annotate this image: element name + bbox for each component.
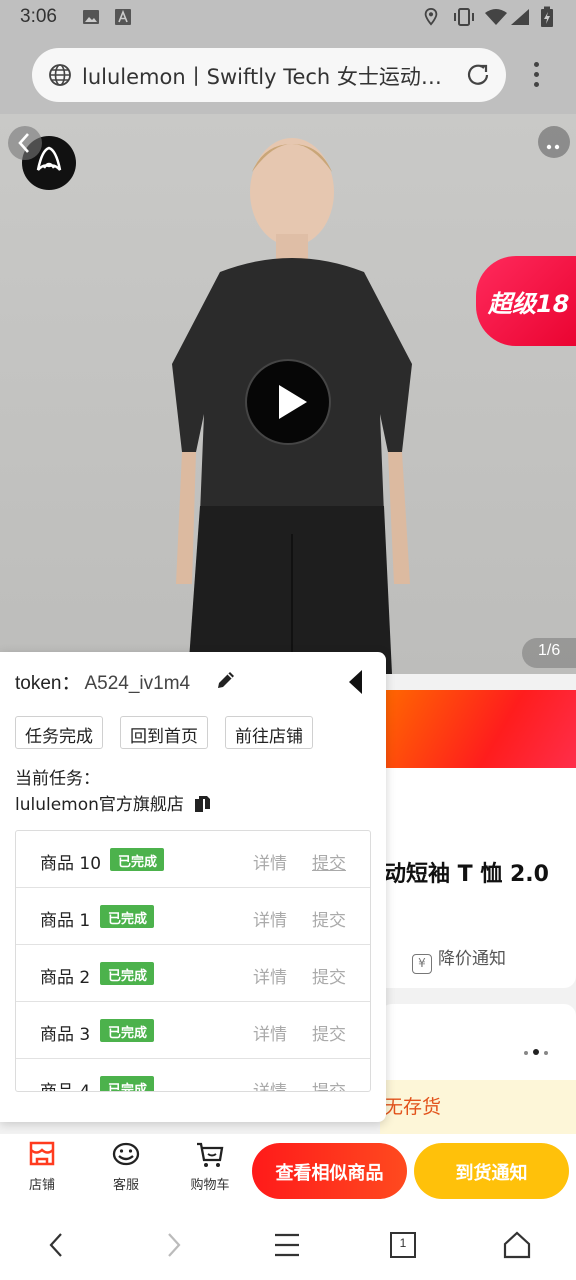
current-task-name: lululemon官方旗舰店 (15, 795, 184, 815)
tabs-icon[interactable]: 1 (388, 1230, 418, 1260)
location-icon (424, 8, 438, 26)
list-item: 商品 1 已完成 详情 提交 (16, 888, 370, 945)
token-value: A524_iv1m4 (84, 673, 191, 694)
item-name: 商品 1 (40, 911, 91, 931)
token-label: token： (15, 673, 81, 694)
product-info-card: 动短袖 T 恤 2.0 ¥ 降价通知 (380, 768, 576, 988)
home-icon[interactable] (502, 1230, 532, 1260)
item-name: 商品 3 (40, 1025, 91, 1045)
browser-nav-bar: 1 (0, 1210, 576, 1280)
status-badge: 已完成 (100, 962, 155, 985)
address-bar[interactable]: lululemon丨Swiftly Tech 女士运动… (32, 48, 506, 102)
product-title: 动短袖 T 恤 2.0 (384, 862, 549, 887)
status-badge: 已完成 (100, 1076, 155, 1091)
price-tag-icon: ¥ (412, 954, 432, 974)
back-home-button[interactable]: 回到首页 (120, 716, 208, 749)
task-panel: token： A524_iv1m4 任务完成 回到首页 前往店铺 当前任务： lu… (0, 652, 386, 1122)
options-more-icon[interactable] (519, 1040, 548, 1059)
edit-icon[interactable] (214, 668, 238, 692)
item-name: 商品 4 (40, 1082, 91, 1092)
submit-link[interactable]: 提交 (312, 1077, 346, 1091)
view-similar-button[interactable]: 查看相似商品 (252, 1143, 407, 1199)
promo-badge[interactable]: 超级18 (476, 256, 576, 346)
cart-icon (197, 1142, 224, 1167)
play-icon[interactable] (245, 359, 331, 445)
forward-icon[interactable] (158, 1230, 188, 1260)
screen: 3:06 lululemon丨Swiftly Tech 女士运动… 超级18 1… (0, 0, 576, 1280)
detail-link[interactable]: 详情 (253, 963, 287, 988)
token-row: token： A524_iv1m4 (15, 668, 190, 695)
submit-link[interactable]: 提交 (312, 849, 346, 874)
tab-cart-label: 购物车 (190, 1178, 230, 1193)
product-task-list[interactable]: 商品 10 已完成 详情 提交 商品 1 已完成 详情 提交 商品 2 已完成 … (15, 830, 371, 1092)
product-hero-image[interactable]: 超级18 1/6 (0, 114, 576, 674)
submit-link[interactable]: 提交 (312, 1020, 346, 1045)
price-drop-label: 降价通知 (438, 949, 506, 969)
copy-icon[interactable] (193, 795, 211, 813)
list-item: 商品 4 已完成 详情 提交 (16, 1059, 370, 1092)
status-badge: 已完成 (100, 1019, 155, 1042)
tab-customer-service-label: 客服 (112, 1178, 139, 1193)
list-item: 商品 3 已完成 详情 提交 (16, 1002, 370, 1059)
item-name: 商品 2 (40, 968, 91, 988)
image-icon (83, 10, 99, 24)
detail-link[interactable]: 详情 (253, 1020, 287, 1045)
go-store-button[interactable]: 前往店铺 (225, 716, 313, 749)
price-drop-notice[interactable]: ¥ 降价通知 (412, 944, 506, 974)
signal-icon (511, 9, 529, 25)
list-item: 商品 10 已完成 详情 提交 (16, 831, 370, 888)
collapse-panel-icon[interactable] (346, 668, 364, 696)
detail-link[interactable]: 详情 (253, 849, 287, 874)
options-card[interactable] (380, 1004, 576, 1080)
list-item: 商品 2 已完成 详情 提交 (16, 945, 370, 1002)
globe-icon (49, 64, 71, 86)
reload-icon[interactable] (464, 61, 492, 89)
current-task-label: 当前任务： (15, 769, 100, 789)
overflow-menu-icon[interactable] (528, 62, 544, 90)
wifi-icon (485, 9, 507, 25)
page-title[interactable]: lululemon丨Swiftly Tech 女士运动… (82, 61, 452, 91)
detail-link[interactable]: 详情 (253, 1077, 287, 1091)
bottom-action-bar: 店铺 客服 购物车 查看相似商品 到货通知 (0, 1134, 576, 1210)
tab-store[interactable]: 店铺 (12, 1140, 72, 1193)
tab-cart[interactable]: 购物车 (180, 1140, 240, 1193)
text-icon (115, 9, 131, 25)
status-bar: 3:06 (0, 0, 576, 36)
current-task-value: lululemon官方旗舰店 (15, 790, 211, 815)
image-page-indicator: 1/6 (522, 638, 576, 668)
status-time: 3:06 (20, 6, 57, 27)
arrival-notify-button[interactable]: 到货通知 (414, 1143, 569, 1199)
stock-status: 无存货 (380, 1080, 576, 1134)
back-icon[interactable] (42, 1230, 72, 1260)
submit-link[interactable]: 提交 (312, 906, 346, 931)
status-badge: 已完成 (100, 905, 155, 928)
submit-link[interactable]: 提交 (312, 963, 346, 988)
customer-service-icon (112, 1142, 140, 1166)
tab-count: 1 (399, 1236, 407, 1250)
vibrate-icon (454, 8, 474, 26)
status-badge: 已完成 (110, 848, 165, 871)
more-icon[interactable] (538, 126, 570, 158)
item-name: 商品 10 (40, 854, 102, 874)
detail-link[interactable]: 详情 (253, 906, 287, 931)
back-icon[interactable] (8, 126, 42, 160)
battery-icon (541, 6, 553, 27)
browser-toolbar: lululemon丨Swiftly Tech 女士运动… (0, 36, 576, 114)
promo-banner[interactable] (380, 690, 576, 768)
task-complete-button[interactable]: 任务完成 (15, 716, 103, 749)
menu-icon[interactable] (272, 1230, 302, 1260)
tab-store-label: 店铺 (28, 1178, 55, 1193)
tab-customer-service[interactable]: 客服 (96, 1140, 156, 1193)
store-icon (29, 1141, 55, 1166)
